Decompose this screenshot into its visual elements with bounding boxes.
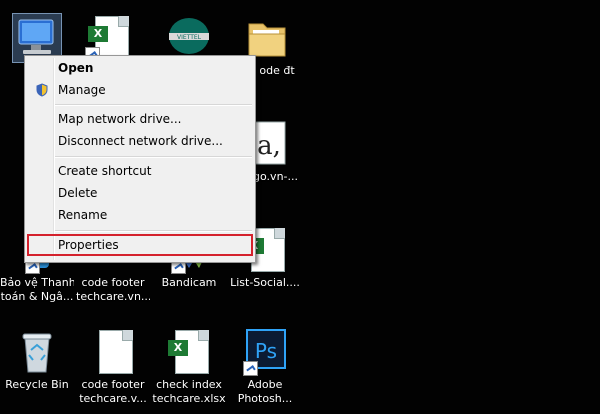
icon-label: Bandicam bbox=[161, 276, 217, 289]
icon-label: List-Social.... bbox=[230, 276, 300, 289]
icon-label-line2: toán & Ngâ... bbox=[0, 290, 74, 303]
icon-label: Recycle Bin bbox=[5, 378, 69, 391]
menu-item-delete[interactable]: Delete bbox=[27, 183, 251, 203]
svg-text:VIETTEL: VIETTEL bbox=[177, 34, 202, 41]
icon-label-line2: techcare.xlsx bbox=[152, 392, 226, 405]
svg-text:a,: a, bbox=[257, 131, 281, 161]
icon-label: ode đt bbox=[259, 64, 295, 77]
recycle-bin-desktop-icon[interactable]: Recycle Bin bbox=[0, 328, 74, 392]
document-icon bbox=[89, 328, 137, 376]
svg-text:Ps: Ps bbox=[255, 339, 277, 363]
photoshop-icon: Ps bbox=[241, 328, 289, 376]
context-menu: Open Manage Map network drive... Disconn… bbox=[24, 55, 256, 263]
menu-separator bbox=[55, 104, 252, 106]
icon-label-line1: Bảo vệ Thanh bbox=[0, 276, 74, 289]
menu-item-open[interactable]: Open bbox=[27, 58, 251, 78]
icon-label-line2: techcare.v... bbox=[79, 392, 147, 405]
shortcut-arrow-icon bbox=[243, 361, 258, 376]
code-footer-2-desktop-icon[interactable]: code footer techcare.v... bbox=[76, 328, 150, 406]
menu-item-properties[interactable]: Properties bbox=[27, 235, 251, 255]
shield-icon bbox=[36, 83, 48, 97]
adobe-photoshop-desktop-icon[interactable]: Ps Adobe Photosh... bbox=[228, 328, 302, 406]
menu-item-manage[interactable]: Manage bbox=[27, 80, 251, 100]
menu-separator bbox=[55, 230, 252, 232]
icon-label-line2: techcare.vn... bbox=[76, 290, 150, 303]
menu-item-map-network-drive[interactable]: Map network drive... bbox=[27, 109, 251, 129]
excel-icon: X bbox=[165, 328, 213, 376]
menu-item-rename[interactable]: Rename bbox=[27, 205, 251, 225]
icon-label-line1: Adobe bbox=[247, 378, 283, 391]
check-index-desktop-icon[interactable]: X check index techcare.xlsx bbox=[152, 328, 226, 406]
icon-label-line1: code footer bbox=[81, 276, 145, 289]
menu-item-create-shortcut[interactable]: Create shortcut bbox=[27, 161, 251, 181]
recycle-bin-icon bbox=[13, 328, 61, 376]
menu-item-disconnect-network-drive[interactable]: Disconnect network drive... bbox=[27, 131, 251, 151]
icon-label-line1: check index bbox=[156, 378, 222, 391]
menu-separator bbox=[55, 156, 252, 158]
icon-label-line1: code footer bbox=[81, 378, 145, 391]
icon-label-line2: Photosh... bbox=[237, 392, 293, 405]
